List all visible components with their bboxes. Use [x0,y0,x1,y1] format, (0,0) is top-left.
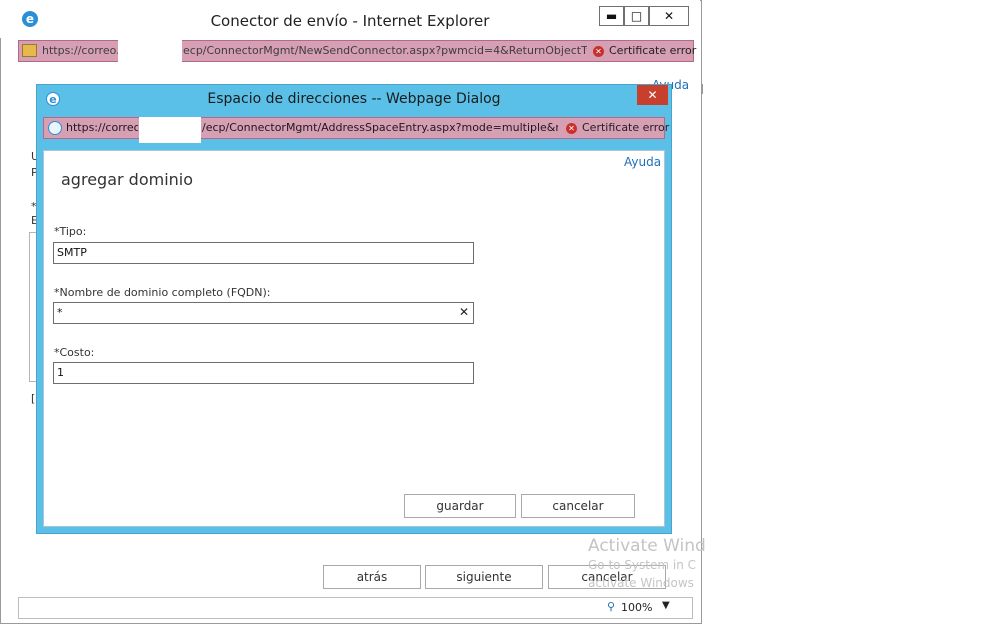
dialog-heading: agregar dominio [61,170,194,189]
fqdn-input[interactable]: * [53,302,474,324]
type-label: *Tipo: [54,225,87,238]
dialog-certificate-error[interactable]: Certificate error [582,118,669,138]
outer-address-start: https://correo. [42,44,118,57]
status-bar [18,597,693,619]
cost-input[interactable]: 1 [53,362,474,384]
zoom-level[interactable]: 100% [621,601,652,614]
dialog-certificate-error-icon[interactable]: ✕ [566,123,577,134]
outer-window-title: Conector de envío - Internet Explorer [210,12,490,30]
zoom-dropdown-icon[interactable]: ▼ [662,600,670,611]
redacted-block [118,40,182,62]
close-button[interactable]: ✕ [649,6,689,26]
activation-watermark-title: Activate Wind [588,536,706,556]
redacted-block [139,117,201,143]
back-button[interactable]: atrás [323,565,421,589]
dialog-title: Espacio de direcciones -- Webpage Dialog [207,91,501,107]
activation-watermark-line3: activate Windows [588,576,694,590]
dialog-address-start: https://correo. [66,121,138,134]
type-field[interactable]: SMTP [53,242,474,264]
save-button[interactable]: guardar [404,494,516,518]
page-icon [22,44,37,57]
clear-input-icon[interactable]: ✕ [459,305,469,319]
activation-watermark-line2: Go to System in C [588,558,697,572]
clipped-text-5: [ [31,392,36,405]
dialog-content [43,150,665,527]
background-window-edge [702,84,703,94]
dialog-help-link[interactable]: Ayuda [624,155,661,169]
outer-address-end: ecp/ConnectorMgmt/NewSendConnector.aspx?… [183,44,587,57]
zoom-icon: ⚲ [607,600,616,613]
dialog-address-ie-icon [48,121,62,135]
cost-label: *Costo: [54,346,95,359]
minimize-button[interactable]: ▬ [599,6,624,26]
dialog-address-end: /ecp/ConnectorMgmt/AddressSpaceEntry.asp… [202,121,558,134]
next-button[interactable]: siguiente [425,565,543,589]
certificate-error-icon[interactable]: ✕ [593,46,604,57]
dialog-cancel-button[interactable]: cancelar [521,494,635,518]
outer-certificate-error[interactable]: Certificate error [609,41,696,61]
fqdn-label: *Nombre de dominio completo (FQDN): [54,286,271,299]
dialog-close-icon[interactable]: ✕ [637,85,668,105]
maximize-button[interactable]: □ [624,6,649,26]
